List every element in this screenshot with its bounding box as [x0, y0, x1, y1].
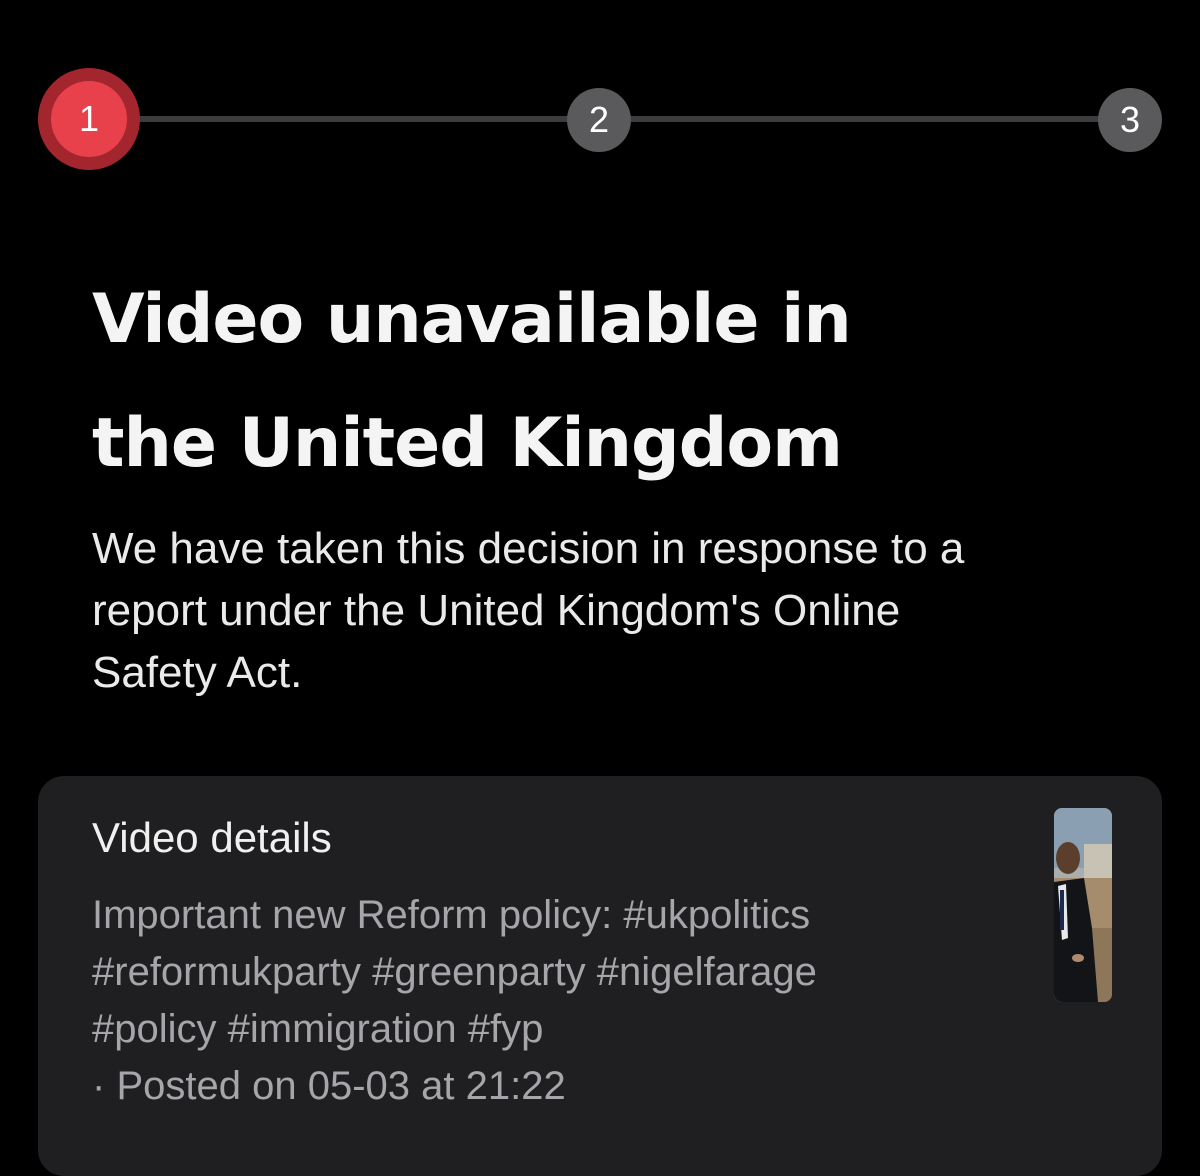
posted-text: Posted on 05-03 at 21:22: [116, 1064, 566, 1108]
hashtag[interactable]: #greenparty: [372, 950, 585, 994]
notice-description: We have taken this decision in response …: [92, 518, 1152, 704]
video-details-heading: Video details: [92, 814, 332, 861]
page-title: Video unavailable in the United Kingdom: [92, 258, 1152, 506]
stepper-connector: [130, 116, 570, 122]
description-line-1: We have taken this decision in response …: [92, 524, 965, 573]
video-caption: Important new Reform policy: #ukpolitics…: [92, 887, 1012, 1058]
hashtag[interactable]: #policy: [92, 1007, 217, 1051]
step-3-indicator: 3: [1098, 88, 1162, 152]
step-2-indicator: 2: [567, 88, 631, 152]
description-line-2: report under the United Kingdom's Online: [92, 586, 901, 635]
caption-text: Important new Reform policy:: [92, 893, 613, 937]
posted-bullet: ·: [92, 1064, 106, 1108]
video-thumbnail-image: [1054, 808, 1112, 1002]
step-1-label: 1: [51, 81, 127, 157]
description-line-3: Safety Act.: [92, 648, 303, 697]
step-1-indicator: 1: [38, 68, 140, 170]
hashtag[interactable]: #reformukparty: [92, 950, 361, 994]
page-title-line-1: Video unavailable in: [92, 280, 852, 359]
progress-stepper: 1 2 3: [0, 0, 1200, 200]
posted-date: · Posted on 05-03 at 21:22: [92, 1058, 566, 1115]
stepper-connector: [630, 116, 1100, 122]
hashtag[interactable]: #immigration: [228, 1007, 457, 1051]
page-title-line-2: the United Kingdom: [92, 404, 843, 483]
video-details-card[interactable]: Video details Important new Reform polic…: [38, 776, 1162, 1176]
hashtag[interactable]: #nigelfarage: [597, 950, 817, 994]
hashtag[interactable]: #ukpolitics: [623, 893, 810, 937]
hashtag[interactable]: #fyp: [468, 1007, 544, 1051]
video-thumbnail-icon[interactable]: [1054, 808, 1112, 1002]
